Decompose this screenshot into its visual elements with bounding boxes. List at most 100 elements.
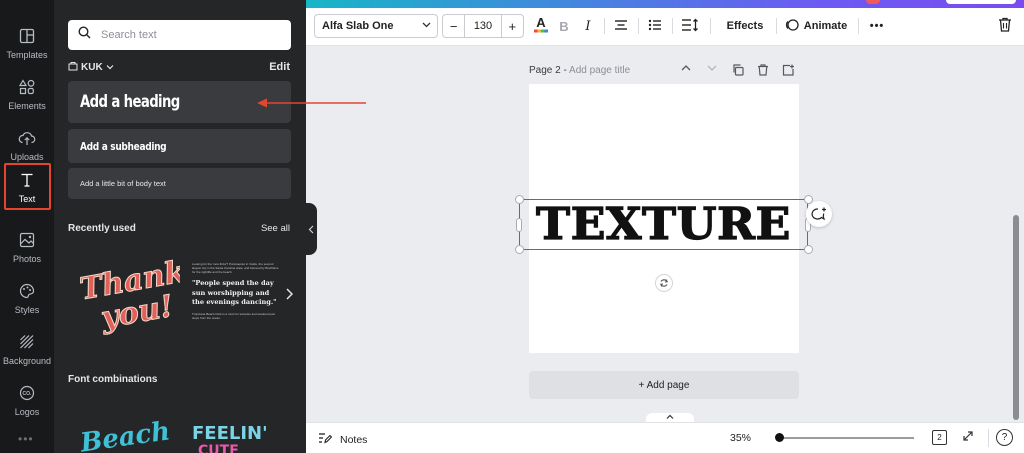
sidebar-item-elements[interactable]: Elements: [0, 69, 54, 119]
brand-kit-selector[interactable]: KUK: [68, 61, 114, 74]
sidebar-item-photos[interactable]: Photos: [0, 222, 54, 272]
sidebar-item-label: Photos: [12, 253, 42, 264]
rotate-handle[interactable]: [655, 274, 673, 292]
svg-text:CO.: CO.: [23, 391, 33, 397]
uploads-icon: [18, 129, 36, 147]
toolbar-divider: [672, 18, 673, 34]
add-page-icon: [782, 64, 794, 76]
bold-button[interactable]: B: [556, 16, 572, 36]
text-icon: [18, 171, 36, 189]
italic-button[interactable]: I: [580, 16, 596, 36]
vertical-scrollbar[interactable]: [1013, 215, 1019, 420]
sidebar-rail: Templates Elements Uploads Text Photos S…: [0, 0, 54, 453]
chevron-up-icon: [666, 414, 674, 419]
list-button[interactable]: [646, 16, 664, 36]
toolbar-divider: [776, 18, 777, 34]
search-box[interactable]: [68, 20, 291, 50]
expand-icon: [963, 431, 973, 441]
spacing-button[interactable]: [680, 16, 700, 36]
sidebar-more-button[interactable]: •••: [18, 432, 34, 446]
search-input[interactable]: [101, 29, 271, 41]
search-icon: [78, 26, 91, 44]
effects-button[interactable]: Effects: [720, 16, 770, 36]
sidebar-item-label: Background: [2, 355, 52, 366]
font-combo-beach[interactable]: Beach: [74, 416, 194, 453]
quote-footer-text: Tropicana Beach Club is a must for sampl…: [192, 311, 275, 320]
zoom-slider-knob[interactable]: [775, 433, 784, 442]
move-page-down-button[interactable]: [707, 64, 717, 75]
avatar[interactable]: [866, 0, 880, 4]
recent-template-quote[interactable]: Looking for the 'new Ibiza'? Portosapolo…: [192, 262, 282, 332]
move-page-up-button[interactable]: [681, 64, 691, 75]
svg-text:A: A: [536, 16, 546, 30]
sidebar-item-background[interactable]: Background: [0, 324, 54, 374]
page-count-button[interactable]: 2: [932, 430, 947, 445]
add-comment-button[interactable]: [806, 201, 832, 227]
recent-template-thank-you[interactable]: Thank you!: [68, 248, 189, 344]
resize-handle-bottom-right[interactable]: [804, 245, 813, 254]
feelin-word: FEELIN': [192, 423, 268, 444]
font-size-input[interactable]: 130: [464, 15, 502, 37]
animate-icon: [785, 18, 799, 35]
resize-handle-left[interactable]: [516, 218, 522, 232]
annotation-arrow: [257, 98, 366, 108]
toolbar-divider: [710, 18, 711, 34]
toolbar-divider: [638, 18, 639, 34]
templates-icon: [18, 27, 36, 45]
chevron-right-icon[interactable]: [285, 288, 294, 303]
align-center-icon: [614, 19, 628, 34]
decrease-font-size-button[interactable]: −: [443, 19, 464, 34]
animate-button[interactable]: Animate: [784, 16, 848, 36]
styles-icon: [18, 282, 36, 300]
photos-icon: [18, 231, 36, 249]
increase-font-size-button[interactable]: +: [502, 19, 523, 34]
see-all-link[interactable]: See all: [261, 223, 290, 234]
add-page-button[interactable]: + Add page: [529, 371, 799, 399]
sidebar-item-text[interactable]: Text: [0, 162, 54, 212]
brand-kit-name: KUK: [81, 62, 103, 73]
collapse-panel-button[interactable]: [305, 203, 317, 255]
align-button[interactable]: [612, 16, 630, 36]
font-family-dropdown[interactable]: Alfa Slab One: [314, 14, 438, 38]
add-body-text-button[interactable]: Add a little bit of body text: [68, 168, 291, 199]
add-subheading-label: Add a subheading: [80, 139, 167, 153]
background-icon: [18, 333, 36, 351]
bottombar-divider: [988, 429, 989, 447]
page-header: Page 2 - Add page title: [529, 65, 630, 76]
resize-handle-top-left[interactable]: [515, 195, 524, 204]
text-color-icon: A: [533, 15, 549, 37]
sidebar-item-label: Styles: [14, 304, 40, 315]
selection-box: [519, 199, 808, 250]
add-heading-label: Add a heading: [80, 92, 180, 112]
logos-icon: CO.: [18, 384, 36, 402]
page-title-input[interactable]: Add page title: [569, 65, 630, 76]
sidebar-item-templates[interactable]: Templates: [0, 18, 54, 68]
chevron-down-icon: [106, 62, 114, 73]
quote-main-text: "People spend the day sun worshipping an…: [192, 279, 277, 306]
notes-button[interactable]: Notes: [318, 432, 367, 447]
delete-button[interactable]: [996, 16, 1014, 36]
notes-icon: [318, 432, 333, 447]
sidebar-item-label: Logos: [14, 406, 40, 417]
text-color-button[interactable]: A: [532, 15, 550, 37]
sidebar-item-styles[interactable]: Styles: [0, 273, 54, 323]
add-subheading-button[interactable]: Add a subheading: [68, 129, 291, 163]
more-options-button[interactable]: •••: [868, 16, 886, 36]
duplicate-page-button[interactable]: [732, 64, 744, 79]
fullscreen-button[interactable]: [962, 430, 974, 445]
chevron-down-icon: [422, 20, 431, 30]
help-button[interactable]: ?: [996, 429, 1013, 446]
sidebar-item-logos[interactable]: CO. Logos: [0, 375, 54, 425]
zoom-slider-track[interactable]: [778, 437, 914, 439]
add-page-after-button[interactable]: [782, 64, 795, 79]
font-combo-feelin[interactable]: FEELIN' CUTE: [192, 423, 268, 453]
comment-add-icon: [811, 207, 826, 221]
edit-brand-button[interactable]: Edit: [269, 61, 290, 73]
share-button[interactable]: [946, 0, 1016, 4]
delete-page-button[interactable]: [757, 64, 769, 79]
resize-handle-bottom-left[interactable]: [515, 245, 524, 254]
zoom-level[interactable]: 35%: [730, 432, 751, 444]
bullet-list-icon: [648, 19, 662, 34]
toolbar-divider: [858, 18, 859, 34]
notes-label: Notes: [340, 433, 368, 446]
